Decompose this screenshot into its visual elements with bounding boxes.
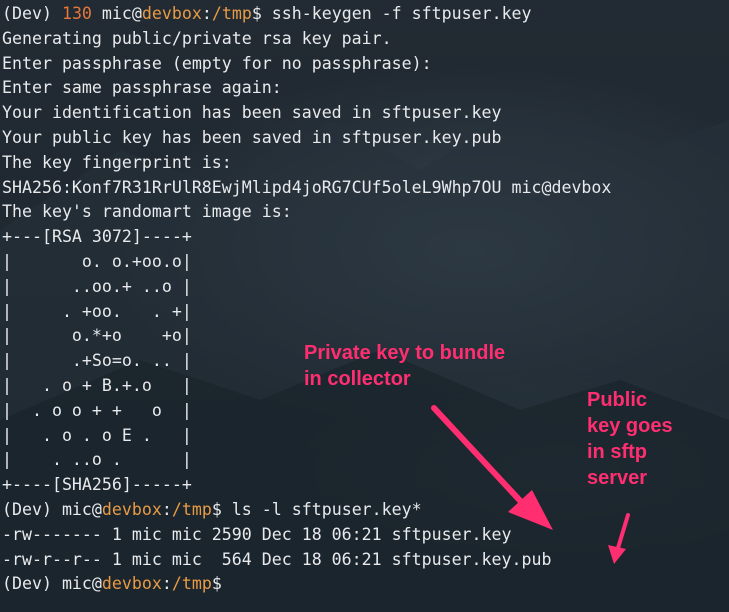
- terminal-line: SHA256:Konf7R31RrUlR8EwjMlipd4joRG7CUf5o…: [2, 176, 727, 201]
- terminal-text-span: 130: [61, 4, 92, 23]
- terminal-text-span: (Dev): [2, 4, 62, 23]
- terminal-text-span: :: [161, 574, 172, 594]
- terminal-line: -rw------- 1 mic mic 2590 Dec 18 06:21 s…: [2, 523, 727, 548]
- terminal-line: Your identification has been saved in sf…: [2, 101, 727, 126]
- terminal-text-span: | . +oo. . +|: [2, 301, 192, 321]
- terminal-text-span: | . o . o E . |: [2, 425, 192, 445]
- terminal-line: The key fingerprint is:: [2, 151, 727, 176]
- terminal-text-span: | . ..o . |: [2, 450, 192, 470]
- terminal-line: Generating public/private rsa key pair.: [2, 27, 727, 52]
- terminal-text-span: devbox: [101, 499, 162, 519]
- terminal-text-span: | .+So=o. .. |: [2, 351, 192, 371]
- terminal-line: Your public key has been saved in sftpus…: [2, 126, 727, 151]
- terminal-text-span: (Dev) mic@: [2, 574, 102, 594]
- terminal-line: | ..oo.+ ..o |: [2, 275, 727, 300]
- terminal-text-span: The key's randomart image is:: [2, 202, 292, 222]
- terminal-text-span: The key fingerprint is:: [2, 152, 232, 172]
- terminal-text-span: $: [211, 574, 222, 594]
- terminal-text-span: $ ssh-keygen -f sftpuser.key: [251, 4, 532, 23]
- terminal-text-span: | ..oo.+ ..o |: [2, 276, 192, 296]
- terminal-text-span: devbox: [141, 4, 202, 23]
- terminal-text-span: :: [161, 499, 172, 519]
- terminal-line: (Dev) mic@devbox:/tmp$ ls -l sftpuser.ke…: [2, 498, 727, 523]
- terminal-text-span: | o. o.+oo.o|: [2, 251, 192, 271]
- terminal-text-span: Enter passphrase (empty for no passphras…: [2, 53, 432, 73]
- terminal-text-span: /tmp: [171, 574, 212, 594]
- terminal-line: Enter passphrase (empty for no passphras…: [2, 52, 727, 77]
- terminal-line: Enter same passphrase again:: [2, 76, 727, 101]
- terminal-line: | o. o.+oo.o|: [2, 250, 727, 275]
- terminal-text-span: +----[SHA256]-----+: [2, 475, 192, 495]
- terminal-line: The key's randomart image is:: [2, 200, 727, 225]
- terminal-text-span: Your public key has been saved in sftpus…: [2, 127, 502, 147]
- terminal-text-span: +---[RSA 3072]----+: [2, 227, 192, 247]
- terminal-text-span: devbox: [101, 574, 162, 594]
- terminal-text-span: -rw------- 1 mic mic 2590 Dec 18 06:21 s…: [2, 524, 512, 544]
- terminal-text-span: Your identification has been saved in sf…: [2, 103, 502, 123]
- terminal-output[interactable]: (Dev) 130 mic@devbox:/tmp$ ssh-keygen -f…: [2, 2, 727, 610]
- terminal-text-span: /tmp: [171, 499, 212, 519]
- terminal-text-span: | . o + B.+.o |: [2, 375, 192, 395]
- annotation-private-key: Private key to bundle in collector: [304, 342, 506, 390]
- terminal-text-span: -rw-r--r-- 1 mic mic 564 Dec 18 06:21 sf…: [2, 549, 552, 569]
- terminal-line: (Dev) mic@devbox:/tmp$: [2, 572, 727, 597]
- terminal-line: (Dev) 130 mic@devbox:/tmp$ ssh-keygen -f…: [2, 2, 727, 27]
- terminal-text-span: Enter same passphrase again:: [2, 78, 282, 98]
- terminal-text-span: /tmp: [211, 4, 252, 23]
- terminal-text-span: | . o o + + o |: [2, 400, 192, 420]
- terminal-text-span: Generating public/private rsa key pair.: [2, 28, 392, 48]
- annotation-public-key: Public key goes in sftp server: [587, 389, 673, 489]
- terminal-text-span: SHA256:Konf7R31RrUlR8EwjMlipd4joRG7CUf5o…: [2, 177, 612, 197]
- terminal-text-span: :: [201, 4, 212, 23]
- terminal-line: -rw-r--r-- 1 mic mic 564 Dec 18 06:21 sf…: [2, 548, 727, 573]
- terminal-text-span: | o.*+o +o|: [2, 326, 192, 346]
- terminal-text-span: $ ls -l sftpuser.key*: [211, 499, 422, 519]
- terminal-text-span: (Dev) mic@: [2, 499, 102, 519]
- terminal-line: | . +oo. . +|: [2, 300, 727, 325]
- terminal-text-span: mic@: [91, 4, 142, 23]
- terminal-line: +---[RSA 3072]----+: [2, 225, 727, 250]
